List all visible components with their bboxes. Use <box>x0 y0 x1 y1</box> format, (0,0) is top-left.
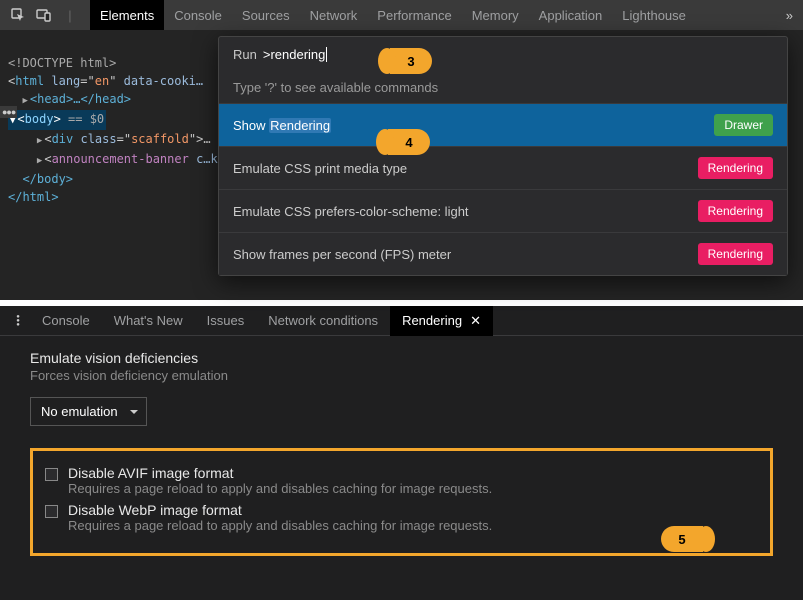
command-item-emulate-print[interactable]: Emulate CSS print media type Rendering <box>219 147 787 190</box>
drawer-tab-whatsnew[interactable]: What's New <box>102 306 195 336</box>
vision-deficiency-select[interactable]: No emulation <box>30 397 147 426</box>
device-toggle-icon[interactable] <box>34 5 54 25</box>
inspect-icon[interactable] <box>8 5 28 25</box>
section-subtitle: Forces vision deficiency emulation <box>30 368 773 383</box>
dom-gutter-dots: ●●● <box>0 106 17 118</box>
checkbox-webp[interactable] <box>45 505 58 518</box>
drawer-tab-console[interactable]: Console <box>30 306 102 336</box>
webp-sub: Requires a page reload to apply and disa… <box>68 518 492 533</box>
tabs-overflow-icon[interactable]: » <box>776 8 803 23</box>
pill-rendering: Rendering <box>698 157 773 179</box>
drawer-tab-rendering[interactable]: Rendering ✕ <box>390 306 493 336</box>
main-tabbar: | Elements Console Sources Network Perfo… <box>0 0 803 30</box>
drawer-tab-network-conditions[interactable]: Network conditions <box>256 306 390 336</box>
tab-lighthouse[interactable]: Lighthouse <box>612 0 696 30</box>
checkbox-avif[interactable] <box>45 468 58 481</box>
pill-rendering: Rendering <box>698 243 773 265</box>
divider: | <box>60 5 80 25</box>
dom-html-tag: html <box>15 74 44 88</box>
drawer: ●●● Console What's New Issues Network co… <box>0 300 803 600</box>
option-disable-avif[interactable]: Disable AVIF image format Requires a pag… <box>45 465 758 496</box>
command-run-label: Run <box>233 47 257 62</box>
webp-title: Disable WebP image format <box>68 502 492 518</box>
section-title: Emulate vision deficiencies <box>30 350 773 366</box>
drawer-tab-issues[interactable]: Issues <box>195 306 257 336</box>
tab-sources[interactable]: Sources <box>232 0 300 30</box>
dom-doctype: <!DOCTYPE html> <box>8 56 116 70</box>
command-item-show-rendering[interactable]: Show Rendering Drawer <box>219 104 787 147</box>
dom-html-close: </html> <box>8 190 59 204</box>
command-item-emulate-scheme[interactable]: Emulate CSS prefers-color-scheme: light … <box>219 190 787 233</box>
callout-3: 3 <box>390 48 432 74</box>
vision-deficiency-section: Emulate vision deficiencies Forces visio… <box>30 350 773 426</box>
tab-elements[interactable]: Elements <box>90 0 164 30</box>
tab-console[interactable]: Console <box>164 0 232 30</box>
pill-drawer: Drawer <box>714 114 773 136</box>
command-help: Type '?' to see available commands <box>219 72 787 104</box>
callout-5: 5 <box>661 526 703 552</box>
devtools-top: | Elements Console Sources Network Perfo… <box>0 0 803 300</box>
callout-4: 4 <box>388 129 430 155</box>
close-icon[interactable]: ✕ <box>470 313 481 329</box>
dom-head[interactable]: <head>…</head> <box>30 92 131 106</box>
dom-body-selected[interactable]: ▼<body> == $0 <box>8 110 106 130</box>
tab-application[interactable]: Application <box>529 0 613 30</box>
command-menu: Run >rendering Type '?' to see available… <box>218 36 788 276</box>
option-disable-webp[interactable]: Disable WebP image format Requires a pag… <box>45 502 758 533</box>
dom-body-close: </body> <box>22 172 73 186</box>
drawer-more-icon[interactable]: ●●● <box>6 315 30 327</box>
tab-network[interactable]: Network <box>300 0 368 30</box>
drawer-tabbar: ●●● Console What's New Issues Network co… <box>0 306 803 336</box>
command-input[interactable]: >rendering <box>263 47 328 62</box>
tab-memory[interactable]: Memory <box>462 0 529 30</box>
tab-performance[interactable]: Performance <box>367 0 461 30</box>
avif-title: Disable AVIF image format <box>68 465 492 481</box>
avif-sub: Requires a page reload to apply and disa… <box>68 481 492 496</box>
command-item-fps[interactable]: Show frames per second (FPS) meter Rende… <box>219 233 787 275</box>
pill-rendering: Rendering <box>698 200 773 222</box>
